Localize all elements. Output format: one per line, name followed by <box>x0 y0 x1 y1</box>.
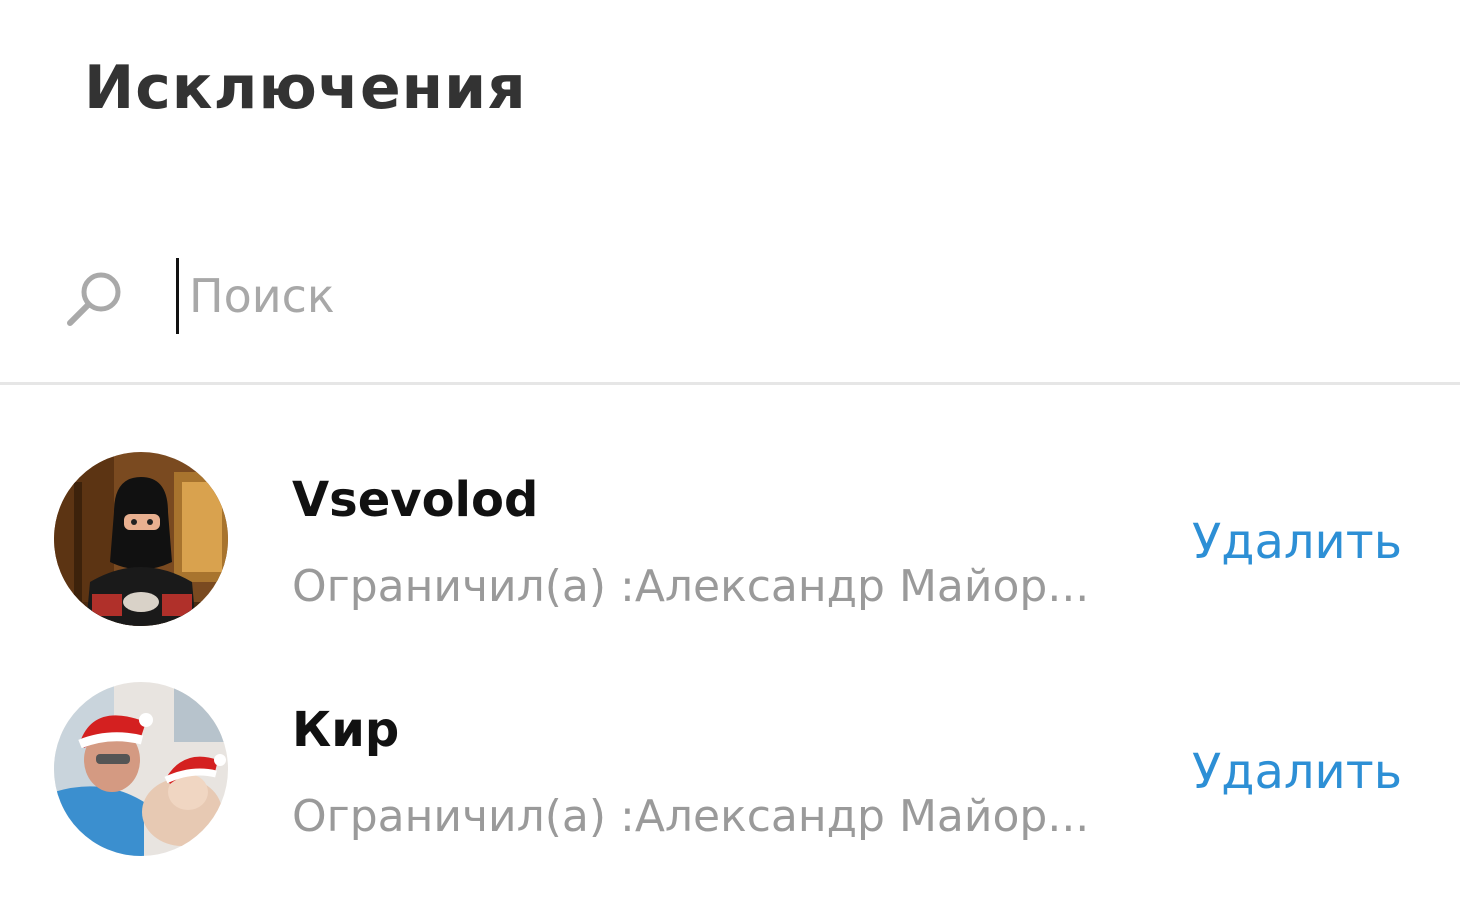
remove-button[interactable]: Удалить <box>1192 512 1402 572</box>
contact-name: Vsevolod <box>292 472 539 528</box>
avatar <box>54 452 228 626</box>
divider <box>0 382 1460 385</box>
restriction-info: Ограничил(а) :Александр Майор... <box>292 791 1090 842</box>
search-bar <box>0 248 1460 344</box>
contact-name: Кир <box>292 702 400 758</box>
search-input[interactable] <box>176 258 1376 334</box>
list-item: Кир Ограничил(а) :Александр Майор... Уда… <box>0 670 1460 870</box>
list-item: Vsevolod Ограничил(а) :Александр Майор..… <box>0 440 1460 640</box>
restriction-info: Ограничил(а) :Александр Майор... <box>292 561 1090 612</box>
search-icon <box>64 268 128 328</box>
remove-button[interactable]: Удалить <box>1192 742 1402 802</box>
page-title: Исключения <box>84 53 527 123</box>
avatar <box>54 682 228 856</box>
